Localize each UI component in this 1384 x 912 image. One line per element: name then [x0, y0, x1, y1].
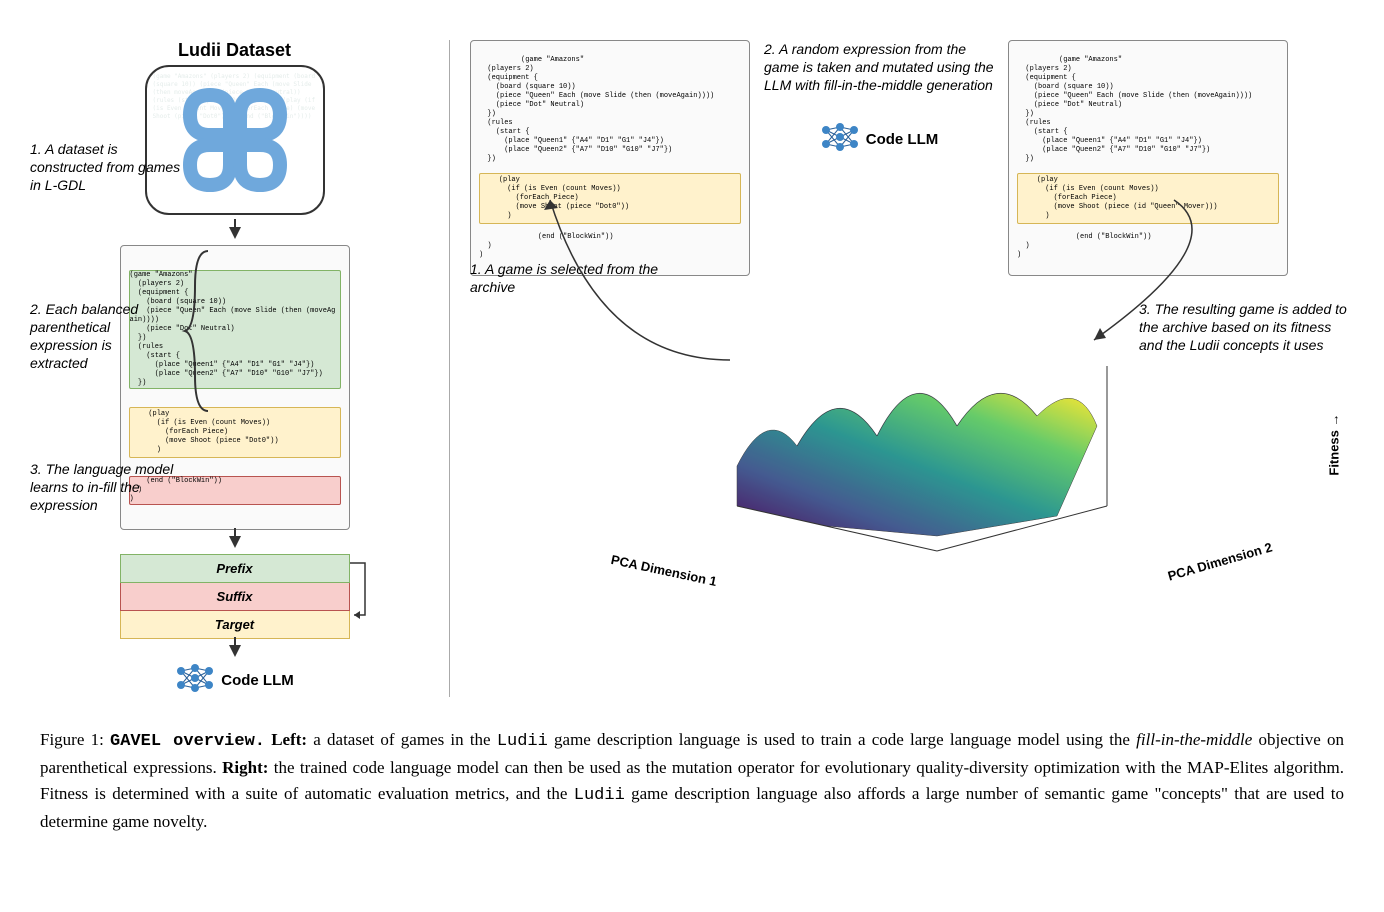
suffix-box: Suffix: [120, 583, 350, 611]
axis-label-z: Fitness →: [1327, 414, 1342, 476]
left-step1-annotation: 1. A dataset is constructed from games i…: [30, 140, 190, 194]
figure-caption: Figure 1: GAVEL overview. Left: a datase…: [40, 727, 1344, 835]
right-step2-annotation: 2. A random expression from the game is …: [764, 40, 994, 94]
caption-text: a dataset of games in the: [307, 730, 497, 749]
caption-right-label: Right:: [222, 758, 268, 777]
neural-net-icon: [820, 122, 860, 156]
ludii-knot-icon: [180, 85, 290, 195]
code-text: (game "Amazons" (players 2) (equipment {…: [1017, 56, 1252, 163]
prefix-box: Prefix: [120, 554, 350, 583]
code-llm-label: Code LLM: [221, 672, 294, 689]
fitness-surface: PCA Dimension 1 PCA Dimension 2 Fitness …: [470, 306, 1344, 576]
code-text: (game "Amazons" (players 2) (equipment {…: [479, 56, 714, 163]
caption-left-label: Left:: [271, 730, 307, 749]
caption-fig: Figure 1:: [40, 730, 104, 749]
pst-container: Prefix Suffix Target: [120, 554, 350, 639]
code-llm-right: Code LLM: [764, 122, 994, 156]
target-box: Target: [120, 611, 350, 639]
left-step3-annotation: 3. The language model learns to in-fill …: [30, 460, 180, 514]
curly-bracket-icon: [180, 246, 210, 416]
figure-container: Ludii Dataset (game "Amazons" (players 2…: [40, 40, 1344, 835]
caption-text: game description language is used to tra…: [548, 730, 1136, 749]
left-panel: Ludii Dataset (game "Amazons" (players 2…: [40, 40, 450, 697]
caption-ludii2: Ludii: [574, 786, 625, 805]
dataset-title: Ludii Dataset: [40, 40, 429, 61]
right-panel: (game "Amazons" (players 2) (equipment {…: [450, 40, 1344, 697]
left-step2-annotation: 2. Each balanced parenthetical expressio…: [30, 300, 170, 372]
caption-fim: fill-in-the-middle: [1136, 730, 1252, 749]
code-llm-left: Code LLM: [40, 663, 429, 697]
diagram: Ludii Dataset (game "Amazons" (players 2…: [40, 40, 1344, 707]
caption-ludii: Ludii: [497, 732, 548, 751]
caption-title: GAVEL overview.: [110, 732, 265, 751]
surface-plot-icon: [657, 306, 1157, 576]
code-llm-label: Code LLM: [866, 131, 939, 148]
code-target-region: (play (if (is Even (count Moves)) (forEa…: [129, 407, 341, 458]
loop-arrow-icon: [350, 560, 372, 630]
arrow-icon: [229, 227, 241, 239]
arrow-icon: [229, 536, 241, 548]
neural-net-icon: [175, 663, 215, 697]
axis-label-y: PCA Dimension 2: [1166, 539, 1274, 583]
arrow-icon: [229, 645, 241, 657]
